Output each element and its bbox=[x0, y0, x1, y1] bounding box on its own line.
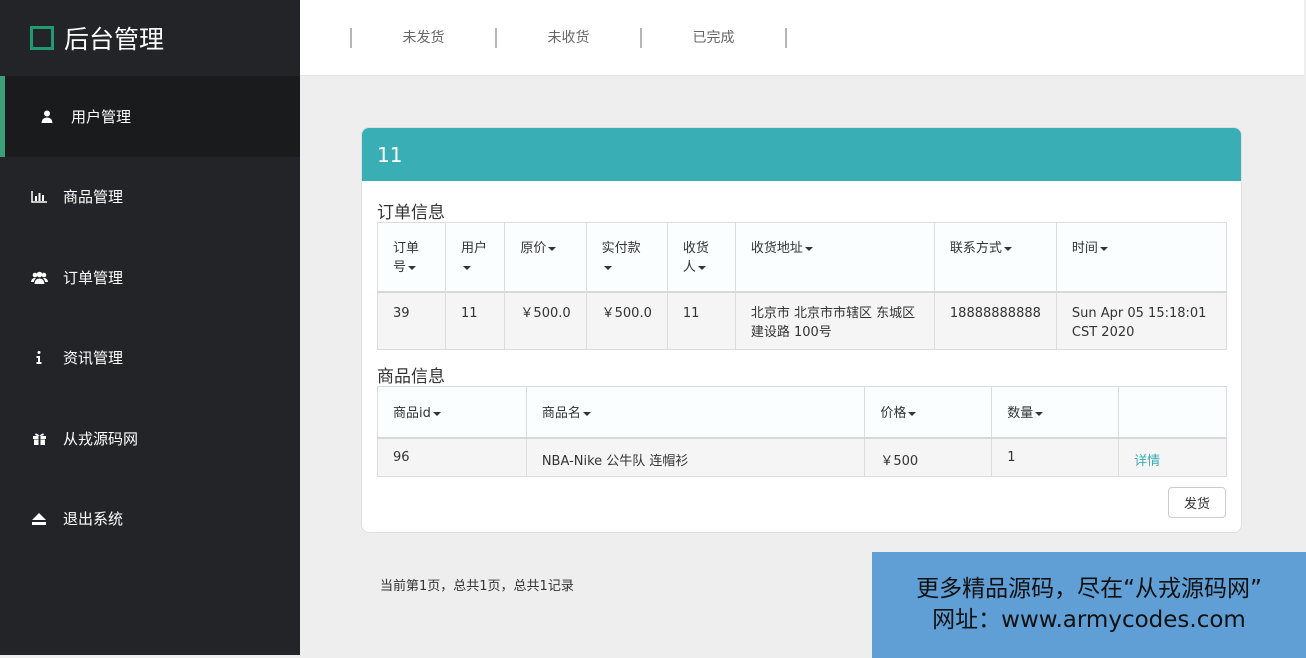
cell-time: Sun Apr 05 15:18:01 CST 2020 bbox=[1055, 291, 1228, 350]
caret-down-icon bbox=[804, 246, 813, 251]
gift-icon bbox=[30, 432, 48, 445]
caret-down-icon bbox=[1099, 246, 1108, 251]
order-section-title: 订单信息 bbox=[377, 203, 445, 223]
sidebar: 后台管理 用户管理 商品管理 订单管理 资讯管理 从戎源码网 退出系统 bbox=[0, 0, 300, 655]
caret-down-icon bbox=[463, 265, 471, 270]
sortable-header-time[interactable]: 时间 bbox=[1055, 222, 1228, 293]
sortable-header-user[interactable]: 用户 bbox=[444, 222, 506, 293]
sidebar-item-label: 用户管理 bbox=[71, 107, 132, 126]
sidebar-item-news[interactable]: 资讯管理 bbox=[0, 318, 300, 399]
user-icon bbox=[38, 110, 56, 123]
tab-completed[interactable]: 已完成 bbox=[642, 28, 785, 48]
cell-paid: ￥500.0 bbox=[585, 291, 668, 350]
table-header-row: 订单号 用户 原价 实付款 收货人 收货地址 联系方式 时间 bbox=[377, 222, 1228, 293]
watermark-line2: 网址：www.armycodes.com bbox=[932, 607, 1246, 633]
caret-down-icon bbox=[908, 411, 917, 416]
sidebar-item-label: 商品管理 bbox=[63, 188, 124, 207]
sidebar-item-label: 订单管理 bbox=[63, 268, 124, 287]
caret-down-icon bbox=[697, 265, 706, 270]
cell-quantity: 1 bbox=[991, 437, 1120, 477]
cell-goods-id: 96 bbox=[377, 437, 527, 477]
header-label: 收货地址 bbox=[750, 241, 803, 256]
bar-chart-icon bbox=[30, 190, 48, 203]
cell-contact: 18888888888 bbox=[933, 291, 1057, 350]
sortable-header-goods-name[interactable]: 商品名 bbox=[525, 386, 866, 439]
goods-table: 商品id 商品名 价格 数量 96 NBA-Nike 公牛队 连帽衫 ￥500 … bbox=[377, 386, 1227, 477]
tab-divider bbox=[785, 28, 787, 48]
panel-title: 11 bbox=[362, 128, 1241, 181]
sidebar-item-site[interactable]: 从戎源码网 bbox=[0, 398, 300, 479]
sidebar-item-label: 从戎源码网 bbox=[63, 429, 139, 448]
brand: 后台管理 bbox=[0, 0, 300, 76]
caret-down-icon bbox=[1003, 246, 1012, 251]
brand-title: 后台管理 bbox=[64, 25, 165, 54]
sidebar-item-logout[interactable]: 退出系统 bbox=[0, 479, 300, 560]
table-header-row: 商品id 商品名 价格 数量 bbox=[377, 386, 1227, 439]
sortable-header-paid[interactable]: 实付款 bbox=[585, 222, 668, 293]
header-label: 商品名 bbox=[541, 406, 581, 421]
pagination-info: 当前第1页，总共1页，总共1记录 bbox=[380, 579, 574, 594]
header-label: 实付款 bbox=[601, 241, 641, 256]
eject-icon bbox=[30, 512, 48, 525]
cell-address: 北京市 北京市市辖区 东城区 建设路 100号 bbox=[734, 291, 935, 350]
order-table: 订单号 用户 原价 实付款 收货人 收货地址 联系方式 时间 39 11 ￥50… bbox=[377, 222, 1228, 350]
cell-price: ￥500 bbox=[864, 437, 993, 477]
header-label: 订单号 bbox=[393, 241, 420, 275]
sortable-header-original-price[interactable]: 原价 bbox=[504, 222, 587, 293]
watermark-banner: 更多精品源码，尽在“从戎源码网” 网址：www.armycodes.com bbox=[872, 552, 1306, 658]
caret-down-icon bbox=[432, 411, 441, 416]
order-status-tabs: 未发货 未收货 已完成 bbox=[350, 28, 787, 48]
caret-down-icon bbox=[548, 246, 557, 251]
ship-button[interactable]: 发货 bbox=[1168, 487, 1226, 518]
sidebar-item-products[interactable]: 商品管理 bbox=[0, 157, 300, 238]
logo-square-icon bbox=[30, 26, 54, 50]
sortable-header-contact[interactable]: 联系方式 bbox=[933, 222, 1057, 293]
cell-order-id: 39 bbox=[377, 291, 446, 350]
detail-link[interactable]: 详情 bbox=[1134, 454, 1160, 469]
caret-down-icon bbox=[1035, 411, 1044, 416]
sidebar-item-label: 资讯管理 bbox=[63, 349, 124, 368]
header-label: 原价 bbox=[520, 241, 547, 256]
users-icon bbox=[30, 271, 48, 284]
header-label: 联系方式 bbox=[949, 241, 1002, 256]
sidebar-item-users[interactable]: 用户管理 bbox=[0, 76, 300, 157]
header-label: 数量 bbox=[1007, 406, 1034, 421]
table-row: 39 11 ￥500.0 ￥500.0 11 北京市 北京市市辖区 东城区 建设… bbox=[377, 291, 1228, 350]
caret-down-icon bbox=[603, 265, 612, 270]
cell-goods-name: NBA-Nike 公牛队 连帽衫 bbox=[525, 437, 866, 477]
order-panel: 11 订单信息 订单号 用户 原价 实付款 收货人 收货地址 联系方式 时间 3… bbox=[361, 127, 1242, 533]
header-label: 价格 bbox=[880, 406, 907, 421]
cell-receiver: 11 bbox=[666, 291, 736, 350]
tab-unreceived[interactable]: 未收货 bbox=[497, 28, 640, 48]
tab-unshipped[interactable]: 未发货 bbox=[352, 28, 495, 48]
header-label: 商品id bbox=[393, 406, 431, 421]
header-label: 用户 bbox=[461, 241, 488, 256]
cell-actions: 详情 bbox=[1118, 437, 1227, 477]
sortable-header-goods-id[interactable]: 商品id bbox=[377, 386, 527, 439]
header-label: 时间 bbox=[1071, 241, 1098, 256]
header-actions bbox=[1118, 386, 1227, 439]
cell-user: 11 bbox=[444, 291, 506, 350]
sidebar-item-orders[interactable]: 订单管理 bbox=[0, 237, 300, 318]
sidebar-item-label: 退出系统 bbox=[63, 510, 124, 529]
sortable-header-receiver[interactable]: 收货人 bbox=[666, 222, 736, 293]
caret-down-icon bbox=[408, 265, 417, 270]
sortable-header-quantity[interactable]: 数量 bbox=[991, 386, 1120, 439]
info-icon bbox=[30, 351, 48, 365]
header-label: 收货人 bbox=[682, 241, 709, 275]
sortable-header-address[interactable]: 收货地址 bbox=[734, 222, 935, 293]
table-row: 96 NBA-Nike 公牛队 连帽衫 ￥500 1 详情 bbox=[377, 437, 1227, 477]
top-bar: 未发货 未收货 已完成 bbox=[300, 0, 1304, 76]
sortable-header-price[interactable]: 价格 bbox=[864, 386, 993, 439]
sortable-header-order-id[interactable]: 订单号 bbox=[377, 222, 446, 293]
cell-original-price: ￥500.0 bbox=[504, 291, 587, 350]
caret-down-icon bbox=[582, 411, 591, 416]
goods-section-title: 商品信息 bbox=[377, 367, 445, 387]
watermark-line1: 更多精品源码，尽在“从戎源码网” bbox=[916, 576, 1262, 602]
